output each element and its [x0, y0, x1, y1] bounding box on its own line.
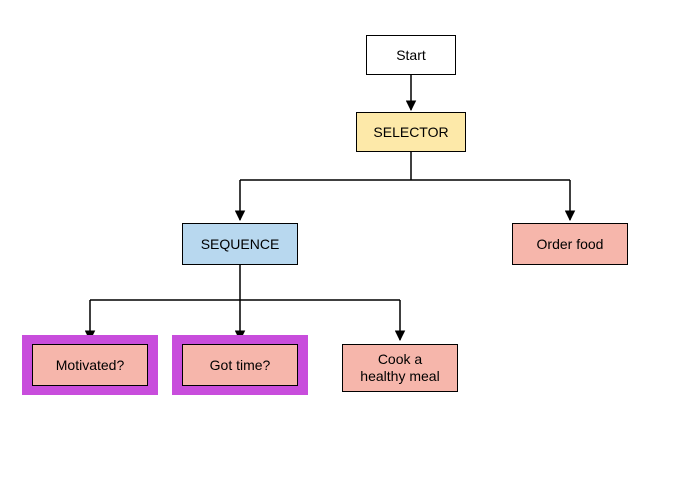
node-cook-label: Cook a healthy meal — [360, 351, 439, 385]
node-sequence-label: SEQUENCE — [201, 236, 280, 253]
node-motivated: Motivated? — [32, 344, 148, 386]
node-selector: SELECTOR — [356, 112, 466, 152]
node-order-food-label: Order food — [537, 236, 604, 253]
node-sequence: SEQUENCE — [182, 223, 298, 265]
node-start: Start — [366, 35, 456, 75]
node-start-label: Start — [396, 47, 426, 64]
node-order-food: Order food — [512, 223, 628, 265]
node-cook: Cook a healthy meal — [342, 344, 458, 392]
node-motivated-label: Motivated? — [56, 357, 124, 374]
node-got-time-label: Got time? — [210, 357, 271, 374]
node-got-time: Got time? — [182, 344, 298, 386]
node-selector-label: SELECTOR — [373, 124, 448, 141]
